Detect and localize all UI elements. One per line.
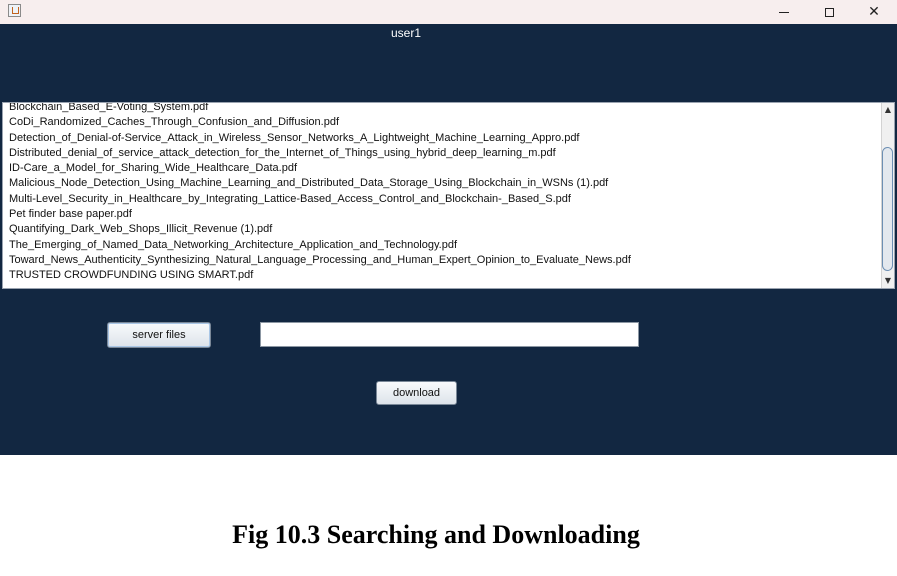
download-button[interactable]: download bbox=[376, 381, 457, 405]
close-icon: ✕ bbox=[868, 4, 880, 20]
minimize-button[interactable] bbox=[761, 0, 807, 24]
app-window: ✕ user1 Blockchain_Based_E-Voting_System… bbox=[0, 0, 897, 455]
list-item[interactable]: Pet finder base paper.pdf bbox=[9, 207, 879, 222]
list-item[interactable]: Blockchain_Based_E-Voting_System.pdf bbox=[9, 103, 879, 115]
file-list-scrollbar[interactable]: ▲ ▼ bbox=[881, 103, 894, 288]
list-item[interactable]: Multi-Level_Security_in_Healthcare_by_In… bbox=[9, 192, 879, 207]
scrollbar-thumb[interactable] bbox=[882, 147, 893, 271]
list-item[interactable]: CoDi_Randomized_Caches_Through_Confusion… bbox=[9, 115, 879, 130]
file-path-field[interactable] bbox=[260, 322, 639, 347]
close-button[interactable]: ✕ bbox=[851, 0, 897, 24]
title-bar[interactable]: ✕ bbox=[0, 0, 897, 24]
scroll-down-icon[interactable]: ▼ bbox=[882, 274, 894, 288]
java-cup-icon bbox=[8, 4, 21, 17]
minimize-icon bbox=[779, 11, 789, 13]
maximize-icon bbox=[824, 7, 834, 17]
list-item[interactable]: Distributed_denial_of_service_attack_det… bbox=[9, 146, 879, 161]
maximize-button[interactable] bbox=[806, 0, 852, 24]
file-list-items: Blockchain_Based_E-Voting_System.pdf CoDi… bbox=[9, 103, 879, 284]
figure-caption: Fig 10.3 Searching and Downloading bbox=[232, 520, 640, 549]
file-list[interactable]: Blockchain_Based_E-Voting_System.pdf CoDi… bbox=[2, 102, 895, 289]
list-item[interactable]: Malicious_Node_Detection_Using_Machine_L… bbox=[9, 176, 879, 191]
list-item[interactable]: ID-Care_a_Model_for_Sharing_Wide_Healthc… bbox=[9, 161, 879, 176]
username-label: user1 bbox=[390, 26, 422, 40]
list-item[interactable]: Detection_of_Denial-of-Service_Attack_in… bbox=[9, 131, 879, 146]
scroll-up-icon[interactable]: ▲ bbox=[882, 103, 894, 117]
list-item[interactable]: Quantifying_Dark_Web_Shops_Illicit_Reven… bbox=[9, 222, 879, 237]
list-item[interactable]: TRUSTED CROWDFUNDING USING SMART.pdf bbox=[9, 268, 879, 283]
list-item[interactable]: Toward_News_Authenticity_Synthesizing_Na… bbox=[9, 253, 879, 268]
server-files-button[interactable]: server files bbox=[107, 322, 211, 348]
list-item[interactable]: The_Emerging_of_Named_Data_Networking_Ar… bbox=[9, 238, 879, 253]
